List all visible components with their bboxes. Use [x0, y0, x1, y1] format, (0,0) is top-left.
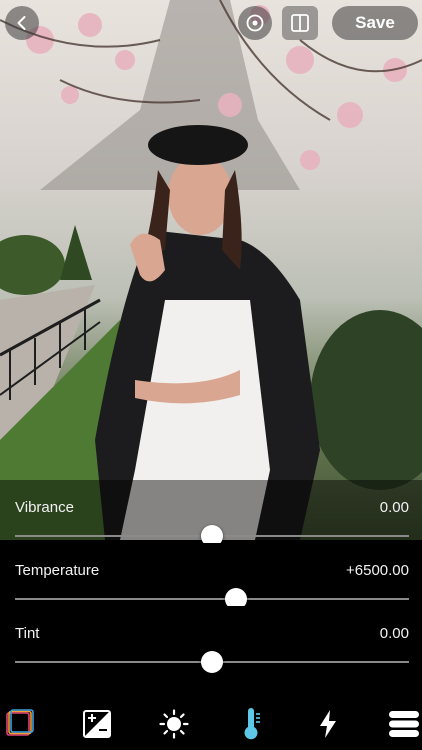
filters-icon: [6, 709, 34, 736]
chevron-left-icon: [17, 16, 26, 30]
split-view-icon: [291, 14, 309, 32]
temperature-slider-track[interactable]: [15, 598, 409, 600]
exposure-tool[interactable]: [79, 706, 115, 742]
split-view-button[interactable]: [282, 6, 318, 40]
tint-row: Tint 0.00: [0, 606, 422, 673]
menu-tool[interactable]: [386, 706, 422, 742]
temperature-label: Temperature: [15, 562, 100, 579]
temperature-value: +6500.00: [346, 562, 409, 579]
temperature-tool[interactable]: [233, 706, 269, 742]
bottom-toolbar: [0, 698, 422, 750]
tint-value: 0.00: [379, 625, 409, 642]
back-button[interactable]: [5, 6, 39, 40]
menu-icon: [389, 711, 419, 737]
brightness-icon: [159, 709, 189, 739]
vibrance-row: Vibrance 0.00: [0, 480, 422, 547]
lightning-icon: [320, 710, 336, 738]
sharpen-tool[interactable]: [310, 706, 346, 742]
photo-preview[interactable]: [0, 0, 422, 540]
photo-illustration: [0, 0, 422, 540]
filters-tool[interactable]: [2, 706, 38, 742]
temperature-icon: [244, 708, 260, 740]
temperature-row: Temperature +6500.00: [0, 543, 422, 610]
tint-slider-thumb[interactable]: [201, 651, 223, 673]
compare-button[interactable]: [238, 6, 272, 40]
exposure-icon: [83, 710, 111, 738]
save-button[interactable]: Save: [332, 6, 418, 40]
brightness-tool[interactable]: [156, 706, 192, 742]
tint-label: Tint: [15, 625, 40, 642]
vibrance-label: Vibrance: [15, 499, 74, 516]
vibrance-value: 0.00: [379, 499, 409, 516]
compare-icon: [246, 14, 264, 32]
